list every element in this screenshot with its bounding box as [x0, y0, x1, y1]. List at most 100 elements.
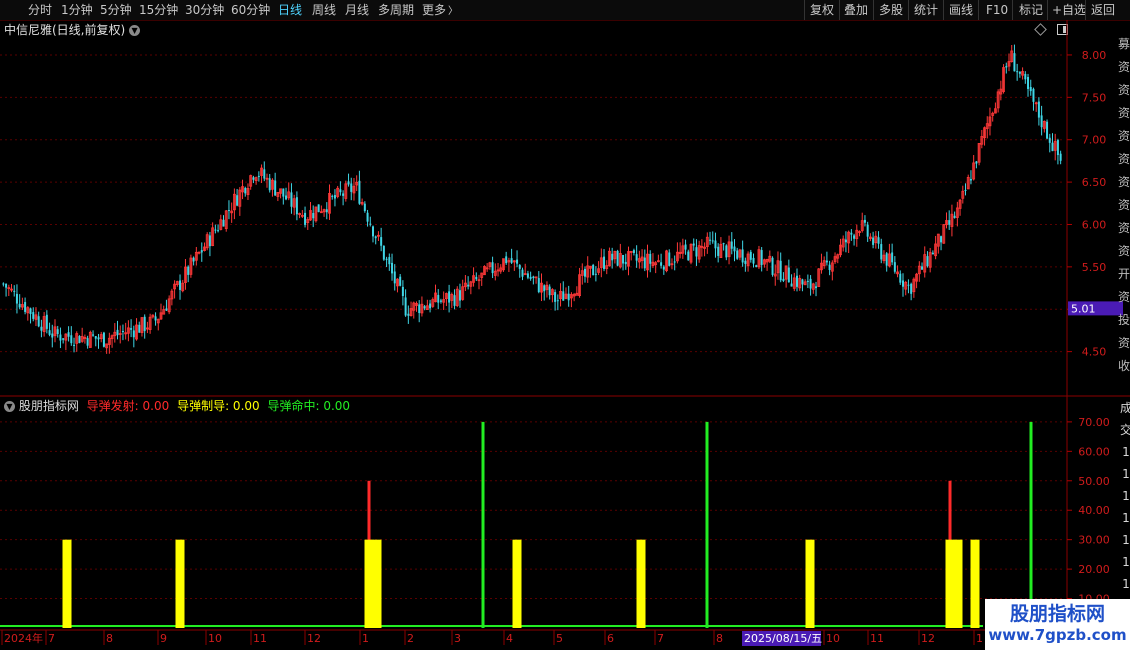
candle-body — [980, 136, 984, 145]
candle-body — [336, 187, 340, 197]
candle-body — [833, 256, 837, 263]
candle-body — [537, 278, 540, 293]
candle-body — [746, 253, 750, 267]
candle-body — [56, 329, 59, 334]
candle-body — [232, 193, 236, 211]
candle-body — [412, 302, 416, 311]
candle-body — [771, 257, 774, 275]
dropdown-icon[interactable]: ▼ — [129, 25, 141, 36]
time-axis-label: 7 — [657, 632, 664, 645]
period-tab-more[interactable]: 更多〉 — [422, 2, 458, 18]
f10-button[interactable]: F10 — [986, 2, 1008, 18]
candle-body — [279, 188, 282, 194]
candle-body — [290, 192, 293, 207]
candle-body — [855, 229, 859, 240]
candle-body — [18, 303, 21, 308]
candle-body — [179, 280, 182, 290]
candle-body — [175, 281, 179, 285]
candle-body — [510, 258, 513, 263]
candle-body — [455, 288, 459, 306]
current-price-tag — [1068, 301, 1123, 316]
pane-controls — [1034, 23, 1068, 37]
candle-body — [627, 251, 630, 267]
candle-body — [790, 283, 793, 287]
candle-body — [815, 286, 818, 289]
diamond-icon[interactable] — [1034, 23, 1047, 36]
period-tab-timeshare[interactable]: 分时 — [28, 2, 52, 18]
overlay-button[interactable]: 叠加 — [844, 2, 868, 18]
candle-body — [51, 333, 54, 338]
indicator-bar — [175, 539, 185, 628]
candle-body — [868, 236, 872, 239]
add-watchlist-button[interactable]: +自选 — [1052, 2, 1086, 18]
candle-body — [570, 294, 573, 299]
candle-body — [75, 333, 79, 344]
candle-body — [263, 169, 266, 179]
candle-body — [105, 343, 109, 349]
right-edge-text: 资 — [1118, 336, 1130, 350]
right-edge-text: 1 — [1122, 555, 1130, 569]
indicator-axis-label: 40.00 — [1078, 504, 1110, 517]
candle-body — [42, 316, 46, 332]
period-tab-30min[interactable]: 30分钟 — [185, 2, 224, 18]
collapse-icon[interactable]: ▼ — [4, 401, 15, 412]
candle-body — [709, 239, 712, 241]
candle-body — [597, 268, 600, 273]
candle-body — [1046, 121, 1049, 139]
period-tab-monthly[interactable]: 月线 — [345, 2, 369, 18]
indicator-bar — [705, 421, 709, 628]
indicator-line-hit: 导弹命中: 0.00 — [267, 399, 351, 413]
candle-body — [841, 238, 845, 248]
candle-body — [1005, 66, 1008, 68]
candle-body — [817, 268, 821, 287]
chart-canvas[interactable]: 8.007.507.006.506.005.505.004.505.01募资资资… — [0, 0, 1130, 650]
candle-body — [97, 337, 100, 340]
period-tab-weekly[interactable]: 周线 — [312, 2, 336, 18]
period-tab-60min[interactable]: 60分钟 — [231, 2, 270, 18]
period-tab-daily[interactable]: 日线 — [278, 2, 302, 18]
draw-line-button[interactable]: 画线 — [949, 2, 973, 18]
candle-body — [1018, 71, 1021, 74]
multi-stock-button[interactable]: 多股 — [879, 2, 903, 18]
candle-body — [493, 270, 497, 276]
candle-body — [942, 224, 946, 244]
candle-body — [350, 183, 353, 192]
period-tab-15min[interactable]: 15分钟 — [139, 2, 178, 18]
candlestick-series — [2, 44, 1062, 354]
candle-body — [798, 277, 802, 289]
indicator-bar — [953, 539, 963, 628]
candle-body — [958, 199, 962, 209]
restore-rights-button[interactable]: 复权 — [810, 2, 834, 18]
candle-body — [902, 280, 904, 287]
time-axis-label: 4 — [506, 632, 513, 645]
candle-body — [891, 252, 894, 263]
period-tab-1min[interactable]: 1分钟 — [61, 2, 93, 18]
statistics-button[interactable]: 统计 — [914, 2, 938, 18]
grid-lines — [0, 20, 1130, 650]
candle-body — [548, 286, 551, 296]
candle-body — [907, 284, 910, 286]
candle-body — [529, 276, 532, 279]
time-axis-label: 10 — [826, 632, 840, 645]
price-axis-label: 5.00 — [1082, 303, 1107, 316]
period-tab-multi[interactable]: 多周期 — [378, 2, 414, 18]
mark-button[interactable]: 标记 — [1019, 2, 1043, 18]
period-tab-5min[interactable]: 5分钟 — [100, 2, 132, 18]
right-edge-text: 1 — [1122, 511, 1130, 525]
stock-title: 中信尼雅(日线,前复权) ▼ — [4, 22, 141, 38]
time-axis-label: 8 — [716, 632, 723, 645]
candle-body — [385, 258, 388, 260]
current-price-label: 5.01 — [1071, 302, 1096, 315]
candle-body — [1007, 61, 1011, 67]
back-button[interactable]: 返回 — [1091, 2, 1115, 18]
price-axis-label: 4.50 — [1082, 346, 1107, 359]
candle-body — [736, 250, 739, 259]
time-axis-label: 12 — [307, 632, 321, 645]
candle-body — [580, 270, 584, 276]
candle-body — [118, 333, 122, 335]
candle-body — [241, 186, 244, 193]
candle-body — [162, 309, 166, 315]
window-toggle-icon[interactable] — [1056, 24, 1068, 35]
candle-body — [1024, 73, 1027, 80]
candle-body — [768, 255, 772, 262]
